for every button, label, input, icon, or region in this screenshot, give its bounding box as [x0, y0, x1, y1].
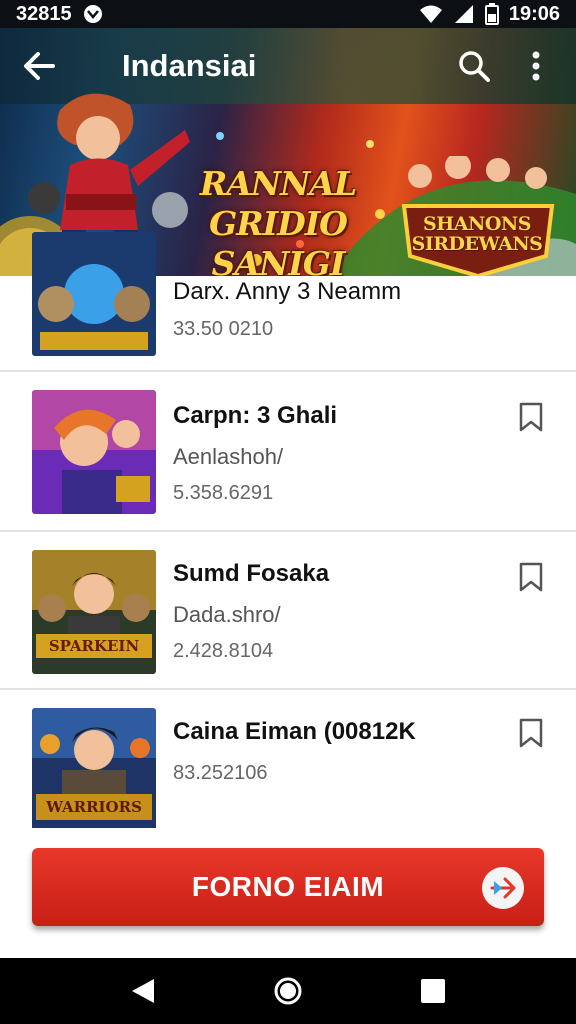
game-meta: 2.428.8104	[173, 640, 274, 662]
square-recents-icon	[421, 979, 446, 1003]
game-thumbnail	[32, 232, 156, 356]
hero-headline-line2: SANIGI SAIOO	[211, 244, 346, 276]
app-bar: Indansiai	[0, 28, 576, 104]
nav-home-button[interactable]	[264, 967, 312, 1015]
hero-badge-line1: SHANONS	[423, 213, 531, 235]
game-name: Caina Eiman (00812K	[173, 718, 416, 745]
thumbnail-caption: WARRIORS	[45, 798, 142, 816]
primary-action-label: FORNO EIAIM	[191, 871, 385, 902]
list-item[interactable]: Darx. Anny 3 Neamm 33.50 0210	[0, 232, 576, 372]
back-button[interactable]	[18, 44, 62, 88]
signal-icon	[453, 4, 475, 24]
hero-headline-line1: RANNAL GRIDIO	[199, 164, 357, 243]
list-item[interactable]: SPARKEIN Sumd Fosaka Dada.shro/ 2.428.81…	[0, 532, 576, 690]
game-info: Carpn: 3 Ghali Aenlashoh/ 5.358.6291	[173, 402, 337, 505]
bookmark-button[interactable]	[516, 400, 546, 434]
status-time-right: 19:06	[508, 2, 560, 25]
hero-badge-text: SHANONS SIRDEWANS	[404, 214, 550, 254]
bookmark-button[interactable]	[516, 560, 546, 594]
system-nav-bar	[0, 958, 576, 1024]
bookmark-outline-icon	[519, 718, 543, 748]
game-thumbnail: SPARKEIN	[32, 550, 156, 674]
game-name: Darx. Anny 3 Neamm	[173, 278, 402, 305]
game-info: Sumd Fosaka Dada.shro/ 2.428.8104	[173, 560, 329, 663]
thumbnail-caption: SPARKEIN	[49, 637, 140, 655]
game-info: Darx. Anny 3 Neamm 33.50 0210	[173, 278, 401, 341]
triangle-back-icon	[131, 979, 154, 1003]
game-thumbnail: WARRIORS	[32, 708, 156, 832]
game-info: Caina Eiman (00812K 83.252106	[173, 718, 416, 785]
game-meta: 83.252106	[173, 762, 268, 784]
battery-icon	[484, 3, 499, 25]
status-time-left: 32815	[16, 2, 72, 25]
game-list: Darx. Anny 3 Neamm 33.50 0210 Carpn: 3 G…	[0, 232, 576, 832]
send-icon	[482, 867, 524, 909]
game-name: Carpn: 3 Ghali	[173, 402, 338, 429]
game-subtitle: Dada.shro/	[173, 602, 281, 627]
game-thumbnail	[32, 390, 156, 514]
bookmark-outline-icon	[519, 562, 543, 592]
notification-icon	[82, 3, 104, 25]
game-meta: 33.50 0210	[173, 318, 274, 340]
game-name: Sumd Fosaka	[173, 560, 330, 587]
more-vert-icon	[532, 51, 540, 81]
bookmark-button[interactable]	[516, 716, 546, 750]
more-options-button[interactable]	[514, 44, 558, 88]
circle-home-icon	[274, 977, 302, 1005]
list-item[interactable]: Carpn: 3 Ghali Aenlashoh/ 5.358.6291	[0, 372, 576, 532]
game-meta: 5.358.6291	[173, 482, 274, 504]
list-item[interactable]: WARRIORS Caina Eiman (00812K 83.252106	[0, 690, 576, 832]
bottom-action-area: FORNO EIAIM	[0, 828, 576, 958]
wifi-icon	[419, 4, 443, 24]
hero-badge-line2: SIRDEWANS	[411, 233, 543, 255]
primary-action-button[interactable]: FORNO EIAIM	[32, 848, 544, 926]
search-icon	[459, 51, 490, 82]
hero-headline: RANNAL GRIDIO SANIGI SAIOO	[158, 164, 398, 276]
page-title: Indansiai	[122, 48, 257, 83]
arrow-left-icon	[24, 52, 55, 80]
search-button[interactable]	[452, 44, 496, 88]
nav-back-button[interactable]	[119, 967, 167, 1015]
nav-recents-button[interactable]	[409, 967, 457, 1015]
status-bar: 32815 19:06	[0, 0, 576, 28]
bookmark-outline-icon	[519, 402, 543, 432]
game-subtitle: Aenlashoh/	[173, 444, 284, 469]
